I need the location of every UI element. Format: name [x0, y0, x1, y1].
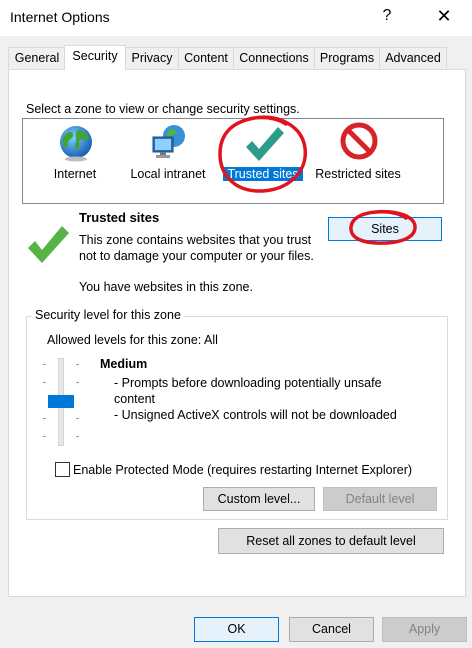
- cancel-button[interactable]: Cancel: [289, 617, 374, 642]
- zone-label-trusted-sites: Trusted sites: [223, 167, 303, 181]
- tab-programs[interactable]: Programs: [314, 47, 380, 68]
- zone-info-title: Trusted sites: [79, 210, 160, 225]
- security-level-bullet-1: - Prompts before downloading potentially…: [114, 376, 382, 406]
- restricted-icon: [340, 122, 378, 160]
- zone-info-status: You have websites in this zone.: [79, 280, 253, 294]
- slider-tick: [76, 382, 79, 383]
- tab-connections[interactable]: Connections: [233, 47, 315, 68]
- window-title: Internet Options: [10, 9, 110, 25]
- apply-button[interactable]: Apply: [382, 617, 467, 642]
- security-level-title: Security level for this zone: [32, 308, 184, 322]
- reset-all-zones-button[interactable]: Reset all zones to default level: [218, 528, 444, 554]
- close-button[interactable]: ✕: [434, 6, 454, 27]
- trusted-checkmark-icon: [28, 226, 69, 263]
- slider-tick: [76, 364, 79, 365]
- tab-advanced[interactable]: Advanced: [379, 47, 447, 68]
- slider-tick: [76, 436, 79, 437]
- zone-instruction: Select a zone to view or change security…: [26, 102, 300, 116]
- protected-mode-checkbox[interactable]: [55, 462, 70, 477]
- security-level-slider-thumb[interactable]: [48, 395, 74, 408]
- help-button[interactable]: ?: [378, 7, 396, 25]
- zone-label-internet: Internet: [53, 167, 97, 181]
- zone-label-restricted-sites: Restricted sites: [315, 167, 401, 181]
- tab-general[interactable]: General: [8, 47, 66, 68]
- slider-tick: [43, 382, 46, 383]
- default-level-button[interactable]: Default level: [323, 487, 437, 511]
- protected-mode-label[interactable]: Enable Protected Mode (requires restarti…: [73, 463, 412, 477]
- tab-security[interactable]: Security: [64, 45, 126, 70]
- zone-label-local-intranet: Local intranet: [130, 167, 206, 181]
- allowed-levels-text: Allowed levels for this zone: All: [47, 333, 218, 347]
- globe-icon: [60, 126, 92, 162]
- tab-content[interactable]: Content: [178, 47, 234, 68]
- security-level-bullet-2: - Unsigned ActiveX controls will not be …: [114, 408, 397, 422]
- slider-tick: [43, 436, 46, 437]
- title-bar: Internet Options ? ✕: [0, 0, 472, 36]
- slider-tick: [43, 364, 46, 365]
- ok-button[interactable]: OK: [194, 617, 279, 642]
- zone-info-description: This zone contains websites that you tru…: [79, 233, 314, 263]
- zone-list: Internet Local intranet Trusted sites Re…: [22, 118, 444, 204]
- tab-privacy[interactable]: Privacy: [125, 47, 179, 68]
- slider-tick: [76, 418, 79, 419]
- intranet-icon: [152, 125, 185, 158]
- sites-button[interactable]: Sites: [328, 217, 442, 241]
- custom-level-button[interactable]: Custom level...: [203, 487, 315, 511]
- security-level-name: Medium: [100, 357, 148, 371]
- checkmark-icon: [246, 127, 284, 161]
- slider-tick: [43, 418, 46, 419]
